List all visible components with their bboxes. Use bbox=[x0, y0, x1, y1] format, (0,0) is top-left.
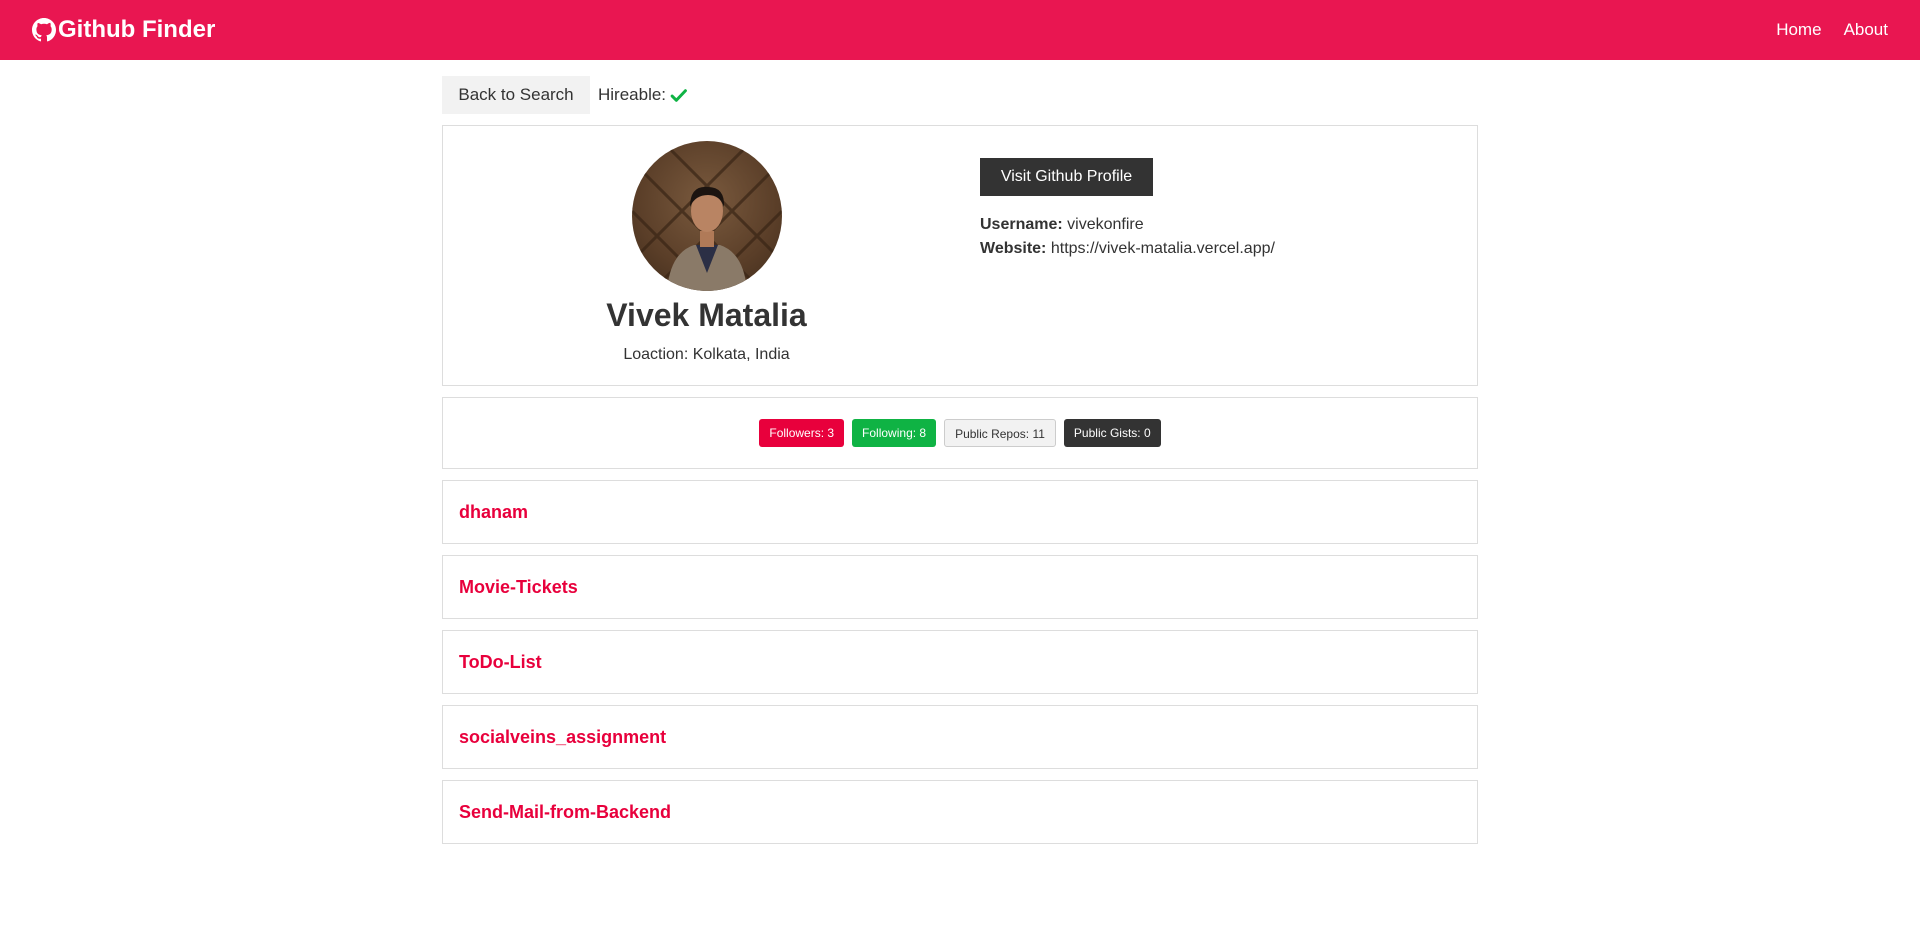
username-label: Username: bbox=[980, 216, 1063, 233]
repo-link[interactable]: ToDo-List bbox=[459, 652, 542, 673]
github-icon bbox=[32, 18, 56, 42]
profile-card: Vivek Matalia Loaction: Kolkata, India V… bbox=[442, 125, 1478, 386]
repo-link[interactable]: dhanam bbox=[459, 502, 528, 523]
followers-badge: Followers: 3 bbox=[759, 419, 845, 447]
hireable-label: Hireable: bbox=[598, 85, 667, 104]
profile-name: Vivek Matalia bbox=[606, 297, 807, 333]
username-value: vivekonfire bbox=[1067, 216, 1144, 233]
repo-item: socialveins_assignment bbox=[442, 705, 1478, 769]
following-badge: Following: 8 bbox=[852, 419, 937, 447]
repo-item: dhanam bbox=[442, 480, 1478, 544]
website-row: Website: https://vivek-matalia.vercel.ap… bbox=[980, 237, 1275, 261]
username-row: Username: vivekonfire bbox=[980, 213, 1275, 237]
avatar bbox=[631, 141, 782, 291]
website-value: https://vivek-matalia.vercel.app/ bbox=[1050, 240, 1275, 257]
nav-link-about[interactable]: About bbox=[1844, 20, 1888, 40]
top-row: Back to Search Hireable: bbox=[442, 76, 1478, 114]
brand-title: Github Finder bbox=[58, 16, 216, 43]
check-icon bbox=[670, 88, 687, 102]
repo-item: Movie-Tickets bbox=[442, 555, 1478, 619]
public-gists-badge: Public Gists: 0 bbox=[1063, 419, 1161, 447]
profile-details: Visit Github Profile Username: vivekonfi… bbox=[970, 126, 1275, 385]
avatar-image bbox=[631, 141, 782, 291]
nav-links: Home About bbox=[1754, 20, 1888, 40]
repo-item: Send-Mail-from-Backend bbox=[442, 780, 1478, 844]
brand[interactable]: Github Finder bbox=[32, 16, 215, 44]
nav-link-home[interactable]: Home bbox=[1776, 20, 1821, 40]
main-container: Back to Search Hireable: Vivek Matalia L… bbox=[442, 76, 1478, 844]
repo-link[interactable]: socialveins_assignment bbox=[459, 727, 666, 748]
stats-card: Followers: 3 Following: 8 Public Repos: … bbox=[442, 397, 1478, 469]
hireable-status: Hireable: bbox=[598, 85, 687, 105]
profile-summary: Vivek Matalia Loaction: Kolkata, India bbox=[443, 126, 970, 385]
repo-link[interactable]: Movie-Tickets bbox=[459, 577, 578, 598]
public-repos-badge: Public Repos: 11 bbox=[944, 419, 1056, 447]
repo-link[interactable]: Send-Mail-from-Backend bbox=[459, 802, 671, 823]
visit-github-profile-button[interactable]: Visit Github Profile bbox=[980, 158, 1153, 196]
profile-location: Loaction: Kolkata, India bbox=[623, 346, 790, 363]
repo-item: ToDo-List bbox=[442, 630, 1478, 694]
back-to-search-button[interactable]: Back to Search bbox=[442, 76, 590, 114]
website-label: Website: bbox=[980, 240, 1047, 257]
profile-info: Username: vivekonfire Website: https://v… bbox=[980, 213, 1275, 261]
navbar: Github Finder Home About bbox=[0, 0, 1920, 60]
